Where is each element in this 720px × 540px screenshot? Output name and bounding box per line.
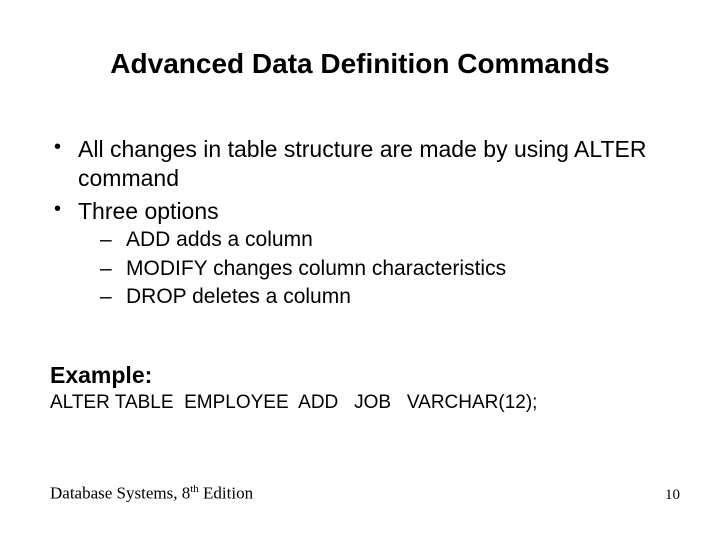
example-label: Example:	[50, 362, 152, 389]
footer-prefix: Database Systems, 8	[50, 484, 190, 503]
example-code: ALTER TABLE EMPLOYEE ADD JOB VARCHAR(12)…	[50, 392, 537, 414]
bullet-text: All changes in table structure are made …	[78, 136, 647, 191]
footer-source: Database Systems, 8th Edition	[50, 483, 253, 504]
bullet-text: Three options	[78, 198, 219, 224]
sub-bullet-item: DROP deletes a column	[78, 284, 670, 310]
page-number: 10	[665, 487, 680, 504]
slide-body: All changes in table structure are made …	[50, 135, 670, 314]
bullet-list: All changes in table structure are made …	[50, 135, 670, 310]
bullet-item: Three options ADD adds a column MODIFY c…	[50, 197, 670, 311]
sub-bullet-item: MODIFY changes column characteristics	[78, 256, 670, 282]
sub-bullet-list: ADD adds a column MODIFY changes column …	[78, 227, 670, 310]
slide-title: Advanced Data Definition Commands	[0, 48, 720, 80]
bullet-item: All changes in table structure are made …	[50, 135, 670, 193]
sub-bullet-item: ADD adds a column	[78, 227, 670, 253]
footer-sup: th	[190, 483, 199, 495]
slide: Advanced Data Definition Commands All ch…	[0, 0, 720, 540]
footer-suffix: Edition	[199, 484, 253, 503]
